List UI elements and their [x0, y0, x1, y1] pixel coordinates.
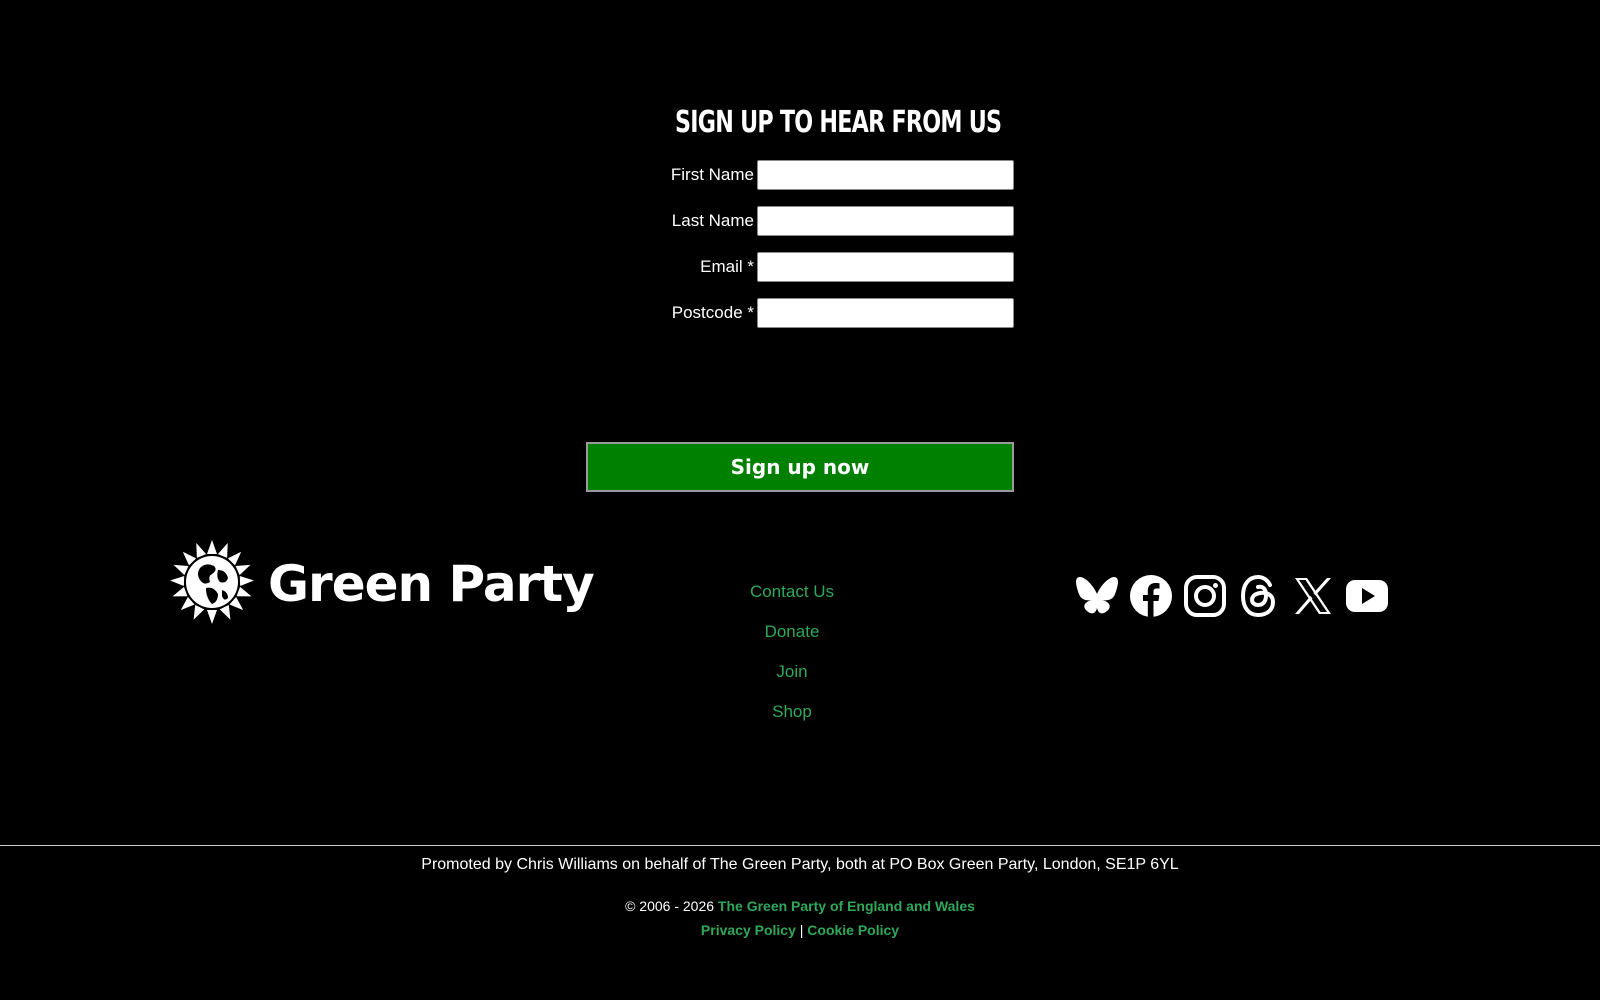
- contact-us-link[interactable]: Contact Us: [750, 582, 834, 601]
- footer-nav-item: Contact Us: [692, 577, 892, 617]
- footer-nav-item: Donate: [692, 617, 892, 657]
- last-name-label: Last Name: [671, 211, 754, 230]
- last-name-row: Last Name: [600, 206, 1014, 236]
- footer-nav-item: Shop: [692, 697, 892, 737]
- last-name-input[interactable]: [757, 206, 1014, 236]
- promoted-by-text: Promoted by Chris Williams on behalf of …: [421, 856, 1179, 873]
- postcode-input[interactable]: [757, 298, 1014, 328]
- copyright-text: © 2006 - 2026: [625, 898, 715, 914]
- first-name-row: First Name: [600, 160, 1014, 190]
- email-row: Email *: [600, 252, 1014, 282]
- facebook-icon[interactable]: [1129, 570, 1173, 622]
- logo-text: Green Party: [268, 555, 595, 613]
- postcode-row: Postcode *: [600, 298, 1014, 328]
- sign-up-button[interactable]: Sign up now: [586, 442, 1014, 492]
- copyright-line: © 2006 - 2026 The Green Party of England…: [0, 897, 1600, 915]
- sunflower-globe-icon: [170, 540, 254, 624]
- signup-heading: SIGN UP TO HEAR FROM US: [675, 105, 1002, 140]
- youtube-icon[interactable]: [1345, 570, 1389, 622]
- green-party-ew-link[interactable]: The Green Party of England and Wales: [718, 898, 975, 914]
- shop-link[interactable]: Shop: [772, 702, 812, 721]
- instagram-icon[interactable]: [1183, 570, 1227, 622]
- social-links: [1075, 570, 1389, 622]
- join-link[interactable]: Join: [776, 662, 807, 681]
- privacy-policy-link[interactable]: Privacy Policy: [701, 922, 796, 938]
- email-input[interactable]: [757, 252, 1014, 282]
- first-name-input[interactable]: [757, 160, 1014, 190]
- green-party-logo[interactable]: Green Party: [166, 540, 595, 624]
- email-label: Email *: [700, 257, 754, 276]
- bluesky-icon[interactable]: [1075, 570, 1119, 622]
- footer-nav: Contact Us Donate Join Shop: [692, 577, 892, 737]
- cookie-policy-link[interactable]: Cookie Policy: [807, 922, 899, 938]
- threads-icon[interactable]: [1237, 570, 1281, 622]
- postcode-label: Postcode *: [671, 303, 754, 322]
- footer-divider: [0, 845, 1600, 846]
- footer-nav-item: Join: [692, 657, 892, 697]
- x-icon[interactable]: [1291, 570, 1335, 622]
- first-name-label: First Name: [670, 165, 754, 184]
- donate-link[interactable]: Donate: [765, 622, 820, 641]
- policy-separator: |: [799, 922, 804, 938]
- policy-links: Privacy Policy | Cookie Policy: [0, 921, 1600, 939]
